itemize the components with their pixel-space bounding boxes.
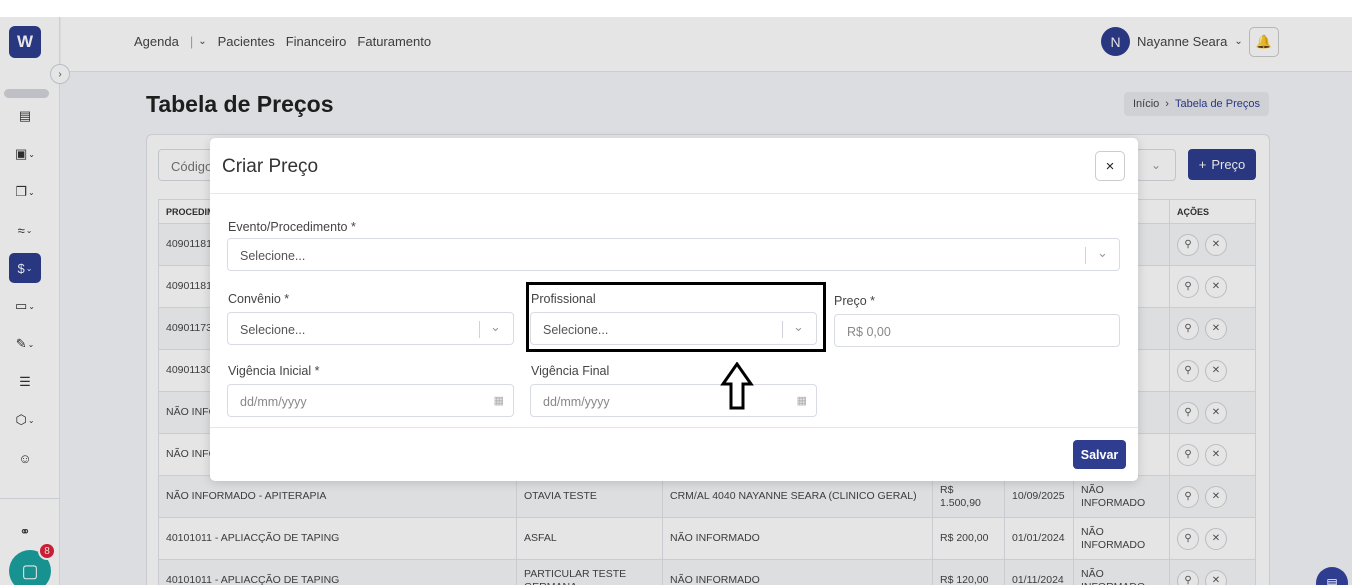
calendar-icon[interactable]: ▦ <box>494 394 504 407</box>
vigencia-final-placeholder: dd/mm/yyyy <box>543 395 610 409</box>
evento-select[interactable]: Selecione... ⌄ <box>227 238 1120 271</box>
up-arrow-annotation-icon <box>720 362 754 410</box>
select-separator <box>479 321 480 338</box>
chevron-down-icon[interactable]: ⌄ <box>1097 245 1108 261</box>
profissional-select[interactable]: Selecione... ⌄ <box>530 312 817 345</box>
select-separator <box>1085 247 1086 264</box>
app-window: W ▤ ▣ ⌄ ❐ ⌄ ≈ ⌄ $ ⌄ ▭ ⌄ ✎ ⌄ ☰ ⬡ ⌄ ☺ ⚭ › ▢ 8 Age… <box>0 17 1352 585</box>
modal-title: Criar Preço <box>222 156 319 177</box>
preco-input[interactable]: R$ 0,00 <box>834 314 1120 347</box>
profissional-label: Profissional <box>531 292 596 306</box>
convenio-placeholder: Selecione... <box>240 323 306 337</box>
modal-header: Criar Preço × <box>210 138 1138 194</box>
profissional-placeholder: Selecione... <box>543 323 609 337</box>
convenio-label: Convênio * <box>228 292 290 306</box>
chevron-down-icon[interactable]: ⌄ <box>793 319 804 335</box>
vigencia-final-input[interactable]: dd/mm/yyyy ▦ <box>530 384 817 417</box>
vigencia-final-label: Vigência Final <box>531 364 610 378</box>
convenio-select[interactable]: Selecione... ⌄ <box>227 312 514 345</box>
close-icon[interactable]: × <box>1095 151 1125 181</box>
vigencia-inicial-input[interactable]: dd/mm/yyyy ▦ <box>227 384 514 417</box>
evento-label: Evento/Procedimento * <box>228 220 356 234</box>
preco-label: Preço * <box>834 294 875 308</box>
chevron-down-icon[interactable]: ⌄ <box>490 319 501 335</box>
modal-footer-divider <box>210 427 1138 428</box>
vigencia-inicial-label: Vigência Inicial * <box>228 364 320 378</box>
evento-placeholder: Selecione... <box>240 249 306 263</box>
save-button[interactable]: Salvar <box>1073 440 1126 469</box>
create-price-modal: Criar Preço × Evento/Procedimento * Sele… <box>210 138 1138 481</box>
select-separator <box>782 321 783 338</box>
calendar-icon[interactable]: ▦ <box>797 394 807 407</box>
vigencia-inicial-placeholder: dd/mm/yyyy <box>240 395 307 409</box>
